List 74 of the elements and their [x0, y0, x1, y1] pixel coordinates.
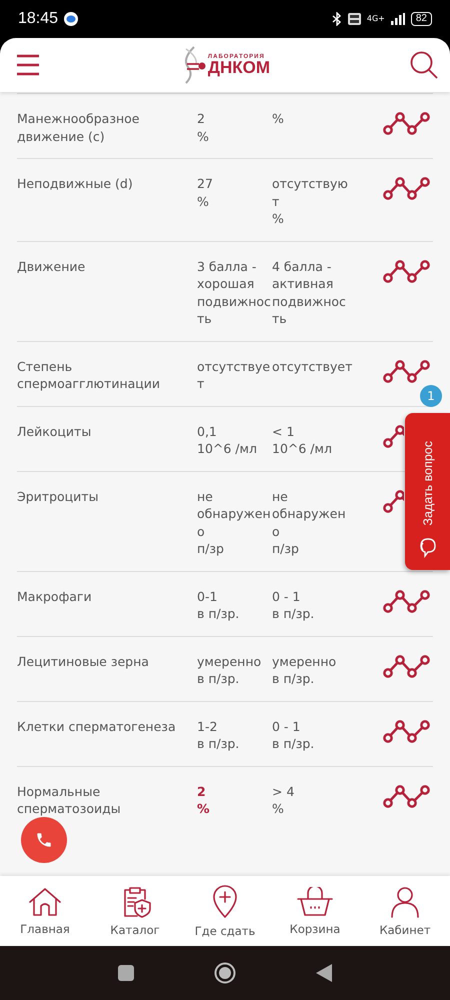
trend-chart-button[interactable] [383, 358, 431, 384]
line-chart-icon [383, 782, 431, 808]
test-name: Манежнообразное движение (c) [17, 110, 140, 145]
reference-value: умеренно в п/зр. [272, 652, 338, 688]
home-icon [28, 886, 62, 916]
location-pin-plus-icon [212, 884, 238, 918]
signal-icon [390, 13, 405, 25]
nav-tab[interactable]: Где сдать [185, 884, 265, 938]
logo-name: ДНКОМ [208, 60, 270, 76]
line-chart-icon [383, 110, 431, 136]
status-time: 18:45 [18, 10, 58, 28]
result-value: 0-1 в п/зр. [197, 588, 240, 622]
battery-level: 82 [410, 12, 432, 26]
test-name: Лейкоциты [17, 422, 92, 440]
trend-chart-button[interactable] [383, 422, 404, 448]
trend-chart-button[interactable] [383, 110, 431, 136]
trend-chart-button[interactable] [383, 782, 431, 808]
test-name: Нормальные сперматозоиды [17, 782, 122, 818]
back-icon[interactable] [316, 964, 332, 982]
result-value: 1-2 в п/зр. [197, 718, 240, 752]
test-name: Лецитиновые зерна [17, 652, 150, 670]
phone-icon [35, 831, 53, 849]
trend-chart-button[interactable] [383, 258, 431, 284]
line-chart-icon [383, 652, 431, 678]
trend-chart-button[interactable] [383, 652, 431, 678]
home-circle-icon[interactable] [214, 962, 236, 984]
reference-value: 0 - 1 в п/зр. [272, 588, 316, 622]
reference-value: отсутствую т % [272, 175, 349, 228]
chat-bubbles-icon [418, 538, 436, 558]
result-value: 2 % [197, 782, 211, 818]
nav-tab[interactable]: Главная [5, 886, 85, 936]
reference-value: отсутствует [272, 358, 354, 375]
reference-value: 0 - 1 в п/зр. [272, 718, 316, 752]
line-chart-icon [383, 175, 431, 201]
line-chart-icon [383, 258, 431, 284]
reference-value: 4 балла - активная подвижнос ть [272, 258, 347, 328]
chat-bubble-icon [64, 12, 78, 26]
reference-value: < 1 10^6 /мл [272, 422, 333, 458]
nav-tab[interactable]: Кабинет [365, 886, 445, 936]
trend-chart-button[interactable] [383, 718, 431, 744]
trend-chart-button[interactable] [383, 175, 431, 201]
line-chart-icon [383, 588, 431, 614]
reference-value: не обнаружен о п/зр [272, 488, 347, 558]
bluetooth-icon [332, 12, 342, 26]
line-chart-icon [383, 488, 404, 514]
result-value: отсутствуе т [197, 358, 272, 392]
recents-icon[interactable] [118, 965, 134, 981]
nav-tab[interactable]: Корзина [275, 886, 355, 936]
line-chart-icon [383, 422, 404, 448]
result-value: не обнаружен о п/зр [197, 488, 272, 558]
trend-chart-button[interactable] [383, 488, 404, 514]
user-icon [390, 886, 420, 918]
test-name: Движение [17, 258, 86, 275]
result-value: 3 балла - хорошая подвижнос ть [197, 258, 272, 328]
line-chart-icon [383, 718, 431, 744]
test-name: Неподвижные (d) [17, 175, 134, 192]
network-type: 4G+ [366, 15, 385, 23]
basket-icon [296, 886, 334, 916]
result-value: 0,1 10^6 /мл [197, 422, 258, 458]
nav-tab[interactable]: Каталог [95, 886, 175, 936]
menu-icon[interactable] [16, 54, 40, 76]
result-value: 2 % [197, 110, 210, 145]
test-name: Эритроциты [17, 488, 100, 505]
reference-value: > 4 % [272, 782, 296, 818]
search-icon[interactable] [410, 51, 438, 79]
ask-question-tab[interactable]: Задать вопрос [405, 413, 450, 570]
test-name: Макрофаги [17, 588, 93, 605]
result-value: умеренно в п/зр. [197, 652, 262, 688]
reference-value: % [272, 110, 285, 128]
trend-chart-button[interactable] [383, 588, 431, 614]
test-name: Степень спермоагглютинации [17, 358, 162, 392]
test-name: Клетки сперматогенеза [17, 718, 177, 735]
result-value: 27 % [197, 175, 214, 210]
line-chart-icon [383, 358, 431, 384]
